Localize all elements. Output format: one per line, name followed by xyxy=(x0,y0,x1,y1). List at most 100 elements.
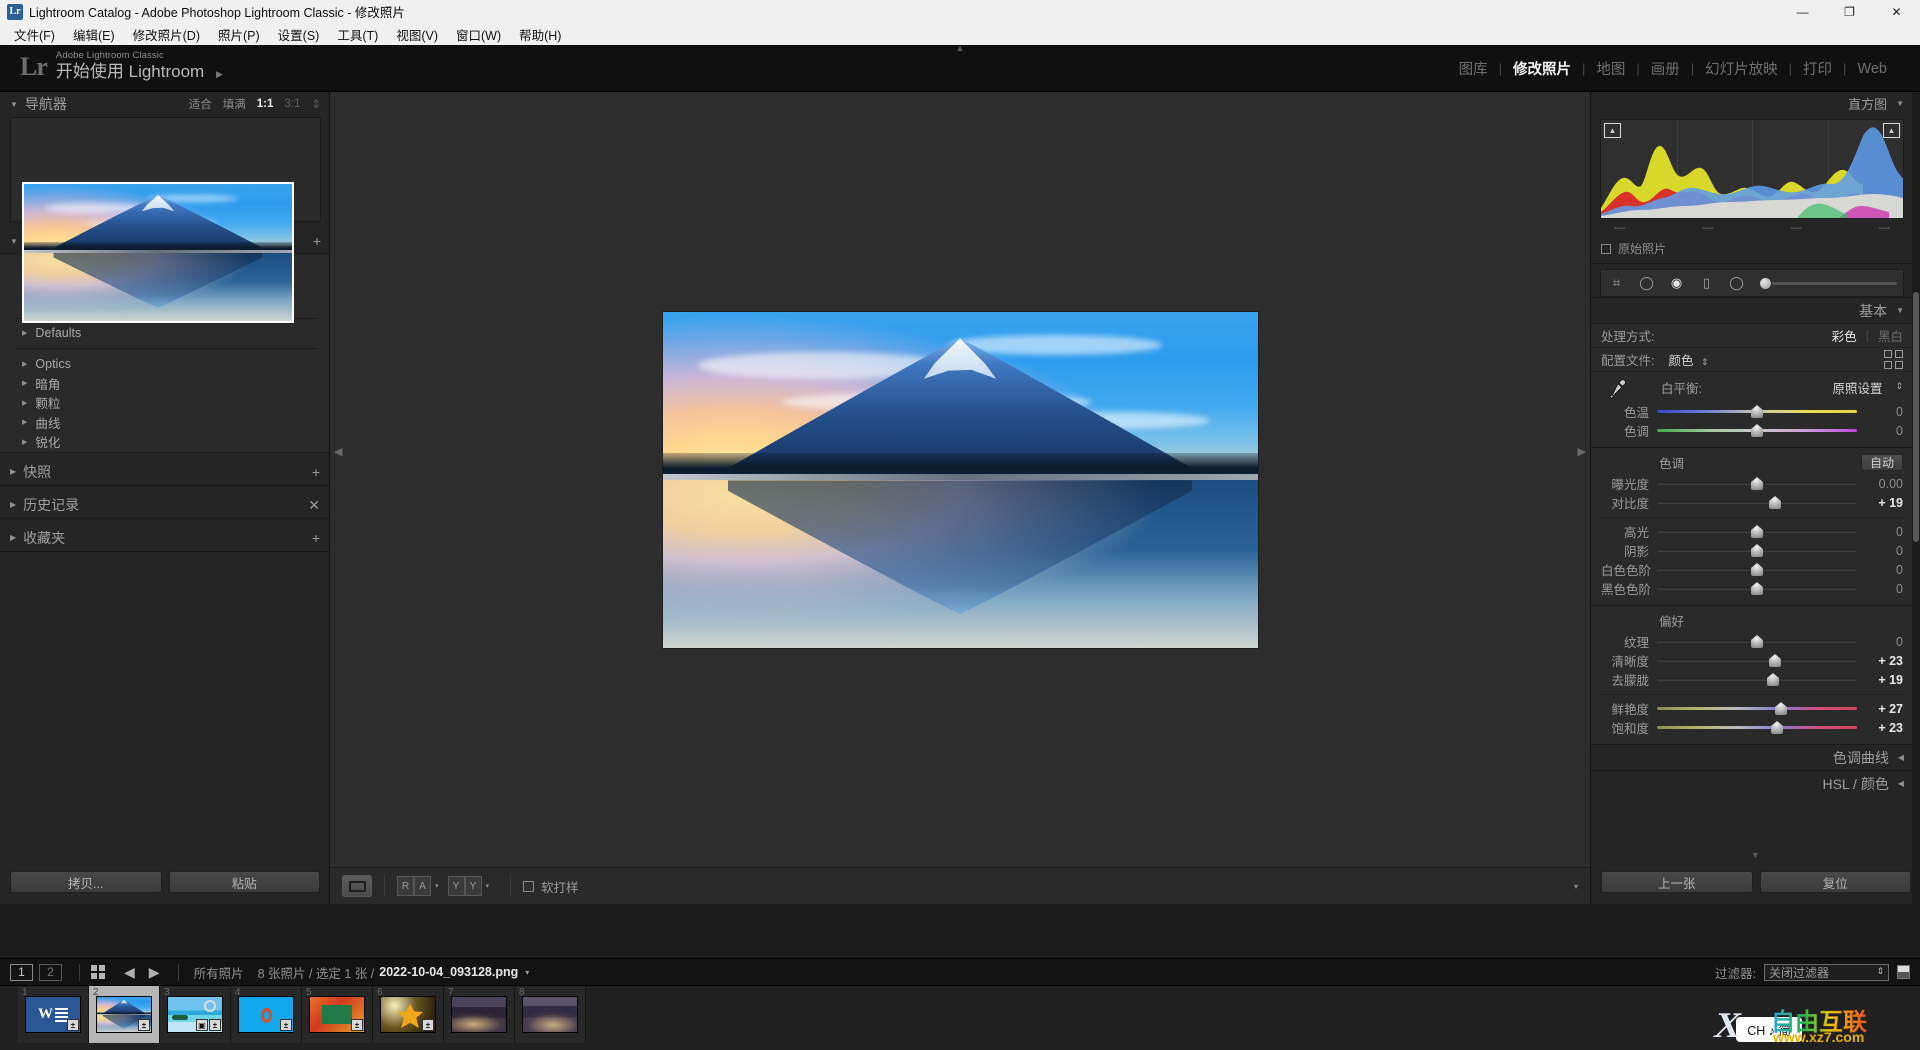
white-balance-stepper-icon[interactable]: ⇕ xyxy=(1895,382,1903,391)
add-snapshot-icon[interactable]: + xyxy=(312,465,320,479)
spot-removal-tool-icon[interactable]: ◯ xyxy=(1637,274,1656,293)
original-photo-toggle[interactable]: 原始照片 xyxy=(1591,234,1913,264)
hsl-color-header[interactable]: HSL / 颜色 ◀ xyxy=(1591,770,1913,796)
masking-brush-tool-icon[interactable] xyxy=(1760,277,1771,289)
right-panel-grip[interactable]: ▼ xyxy=(1751,850,1760,860)
clear-history-icon[interactable]: ✕ xyxy=(308,498,320,512)
red-eye-tool-icon[interactable]: ◉ xyxy=(1667,274,1686,293)
collections-header[interactable]: ▶ 收藏夹 + xyxy=(0,525,329,551)
module-print[interactable]: 打印 xyxy=(1792,58,1843,79)
slider-saturation[interactable]: 饱和度 + 23 xyxy=(1601,718,1903,737)
menu-develop[interactable]: 修改照片(D) xyxy=(124,23,209,46)
photo-stage[interactable] xyxy=(330,92,1590,867)
module-web[interactable]: Web xyxy=(1846,61,1898,77)
copy-button[interactable]: 拷贝... xyxy=(10,871,162,893)
screen-2-button[interactable]: 2 xyxy=(39,963,62,981)
menu-file[interactable]: 文件(F) xyxy=(5,23,64,46)
slider-whites[interactable]: 白色色阶 0 xyxy=(1601,560,1903,579)
slider-texture[interactable]: 纹理 0 xyxy=(1601,632,1903,651)
slider-blacks[interactable]: 黑色色阶 0 xyxy=(1601,579,1903,598)
module-slideshow[interactable]: 幻灯片放映 xyxy=(1694,58,1789,79)
white-balance-value[interactable]: 原照设置 ⇕ xyxy=(1832,378,1903,397)
menu-settings[interactable]: 设置(S) xyxy=(269,23,329,46)
basic-disclosure-icon[interactable]: ▼ xyxy=(1896,306,1904,315)
filmstrip-source[interactable]: 所有照片 xyxy=(194,963,244,982)
menu-help[interactable]: 帮助(H) xyxy=(510,23,570,46)
slider-temperature[interactable]: 色温 0 xyxy=(1601,402,1903,421)
slider-highlights[interactable]: 高光 0 xyxy=(1601,522,1903,541)
zoom-stepper-icon[interactable]: ⇕ xyxy=(311,97,321,111)
snapshots-header[interactable]: ▶ 快照 + xyxy=(0,459,329,485)
treatment-color-option[interactable]: 彩色 xyxy=(1832,326,1857,345)
profile-stepper-icon[interactable]: ⇕ xyxy=(1701,357,1709,366)
menu-window[interactable]: 窗口(W) xyxy=(447,23,510,46)
basic-panel-header[interactable]: 基本 ▼ xyxy=(1591,297,1913,323)
filmstrip-thumb-3[interactable]: 3 ▣ ± xyxy=(160,986,231,1043)
filter-select[interactable]: 关闭过滤器 ⇕ xyxy=(1764,963,1889,981)
left-panel-collapse-icon[interactable]: ◀ xyxy=(334,445,342,458)
toolbar-options-caret-icon[interactable]: ▾ xyxy=(1574,882,1578,891)
paste-button[interactable]: 粘贴 xyxy=(168,871,320,893)
shadow-clipping-icon[interactable]: ▲ xyxy=(1604,123,1621,138)
identity-arrow-icon[interactable]: ▶ xyxy=(216,69,223,79)
navigator-header[interactable]: ▼ 导航器 适合 填满 1:1 3:1 ⇕ xyxy=(0,92,329,116)
hsl-disclosure-icon[interactable]: ◀ xyxy=(1898,779,1904,788)
histogram-graph[interactable]: ▲ ▲ xyxy=(1600,119,1904,219)
preset-group-sharpening[interactable]: ▶ 锐化 xyxy=(0,432,329,452)
navigator-disclosure-icon[interactable]: ▼ xyxy=(10,100,18,109)
profile-browser-icon[interactable] xyxy=(1884,350,1903,369)
softproof-checkbox[interactable] xyxy=(523,880,535,892)
filter-stepper-icon[interactable]: ⇕ xyxy=(1876,967,1884,976)
filmstrip-caret-icon[interactable]: ▾ xyxy=(525,968,529,977)
add-preset-icon[interactable]: + xyxy=(313,234,321,248)
filmstrip-thumb-1[interactable]: 1 W ± xyxy=(18,986,89,1043)
histogram-header[interactable]: 直方图 ▼ xyxy=(1591,92,1913,114)
slider-tint[interactable]: 色调 0 xyxy=(1601,421,1903,440)
loupe-view-icon[interactable] xyxy=(342,875,372,897)
tone-curve-header[interactable]: 色调曲线 ◀ xyxy=(1591,744,1913,770)
treatment-bw-option[interactable]: 黑白 xyxy=(1878,326,1903,345)
maximize-button[interactable]: ❐ xyxy=(1826,0,1873,23)
zoom-1-1[interactable]: 1:1 xyxy=(257,98,274,110)
menu-tools[interactable]: 工具(T) xyxy=(328,23,387,46)
collections-disclosure-icon[interactable]: ▶ xyxy=(10,533,16,542)
close-button[interactable]: ✕ xyxy=(1873,0,1920,23)
filmstrip-thumb-7[interactable]: 7 xyxy=(444,986,515,1043)
preset-group-defaults[interactable]: ▶ Defaults xyxy=(0,324,329,344)
eyedropper-icon[interactable] xyxy=(1603,377,1629,401)
right-panel-scrollbar[interactable] xyxy=(1912,92,1920,904)
crop-tool-icon[interactable]: ⌗ xyxy=(1607,274,1626,293)
menu-photo[interactable]: 照片(P) xyxy=(209,23,269,46)
history-header[interactable]: ▶ 历史记录 ✕ xyxy=(0,492,329,518)
navigator-preview[interactable] xyxy=(10,117,321,323)
slider-clarity[interactable]: 清晰度 + 23 xyxy=(1601,651,1903,670)
filmstrip-thumb-4[interactable]: 4 ± xyxy=(231,986,302,1043)
reset-button[interactable]: 复位 xyxy=(1759,871,1911,893)
before-after-caret-icon[interactable]: ▾ xyxy=(435,882,439,890)
filmstrip-thumb-6[interactable]: 6 ± xyxy=(373,986,444,1043)
identity-plate[interactable]: Lr Adobe Lightroom Classic 开始使用 Lightroo… xyxy=(20,50,223,81)
module-book[interactable]: 画册 xyxy=(1640,58,1691,79)
slider-exposure[interactable]: 曝光度 0.00 xyxy=(1601,474,1903,493)
filmstrip-thumb-2[interactable]: 2 ± xyxy=(89,986,160,1043)
preset-group-curve[interactable]: ▶ 曲线 xyxy=(0,413,329,433)
right-panel-collapse-icon[interactable]: ▶ xyxy=(1578,445,1586,458)
filmstrip-thumb-5[interactable]: 5 ± xyxy=(302,986,373,1043)
graduated-filter-tool-icon[interactable]: ▯ xyxy=(1697,274,1716,293)
add-collection-icon[interactable]: + xyxy=(312,531,320,545)
slider-dehaze[interactable]: 去朦胧 + 19 xyxy=(1601,670,1903,689)
zoom-3-1[interactable]: 3:1 xyxy=(284,98,300,110)
brush-size-slider[interactable] xyxy=(1760,277,1897,289)
previous-button[interactable]: 上一张 xyxy=(1601,871,1753,893)
snapshots-disclosure-icon[interactable]: ▶ xyxy=(10,467,16,476)
preset-group-optics[interactable]: ▶ Optics xyxy=(0,354,329,374)
highlight-clipping-icon[interactable]: ▲ xyxy=(1883,123,1900,138)
main-photo[interactable] xyxy=(662,311,1258,648)
profile-value[interactable]: 颜色 ⇕ xyxy=(1668,350,1708,369)
grid-view-icon[interactable] xyxy=(91,965,105,979)
go-forward-icon[interactable]: ▶ xyxy=(149,964,160,981)
menu-edit[interactable]: 编辑(E) xyxy=(64,23,124,46)
radial-filter-tool-icon[interactable]: ◯ xyxy=(1727,274,1746,293)
slider-vibrance[interactable]: 鲜艳度 + 27 xyxy=(1601,699,1903,718)
zoom-fit[interactable]: 适合 xyxy=(189,96,212,112)
